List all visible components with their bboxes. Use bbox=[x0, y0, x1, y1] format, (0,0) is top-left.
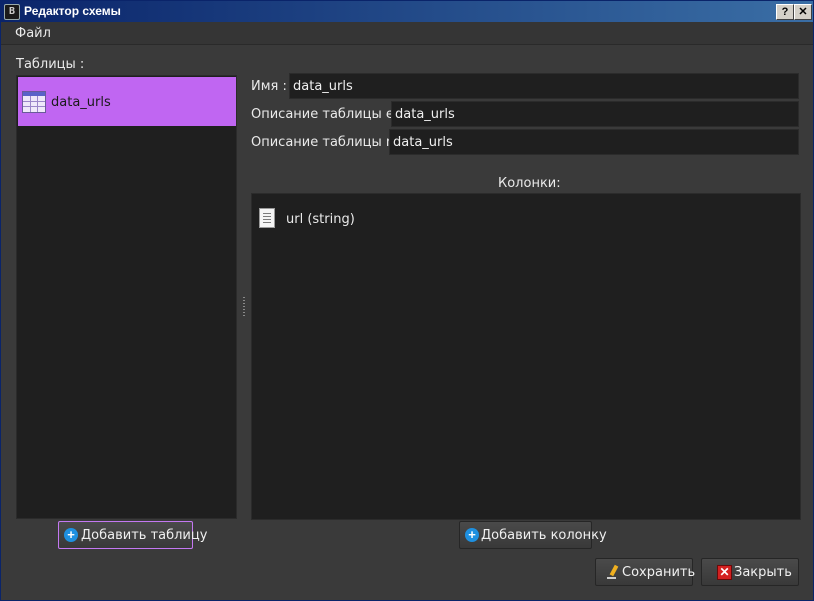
save-label: Сохранить bbox=[622, 565, 696, 580]
tables-list[interactable]: data_urls bbox=[16, 75, 237, 519]
desc-en-label: Описание таблицы en: bbox=[251, 107, 407, 122]
window-title: Редактор схемы bbox=[24, 4, 121, 18]
column-name: url (string) bbox=[286, 212, 355, 227]
help-button[interactable]: ? bbox=[776, 4, 794, 20]
close-label: Закрыть bbox=[734, 565, 792, 580]
window-close-button[interactable]: ✕ bbox=[794, 4, 812, 20]
add-table-button[interactable]: + Добавить таблицу bbox=[58, 521, 207, 549]
title-bar[interactable]: B Редактор схемы ? ✕ bbox=[1, 1, 813, 22]
menu-file[interactable]: Файл bbox=[15, 26, 51, 41]
menu-bar: Файл bbox=[1, 22, 813, 45]
tables-label: Таблицы : bbox=[16, 57, 85, 72]
document-icon bbox=[259, 208, 275, 228]
desc-ru-label: Описание таблицы ru: bbox=[251, 135, 404, 150]
save-button[interactable]: Сохранить bbox=[595, 558, 696, 586]
columns-list[interactable]: url (string) bbox=[251, 193, 801, 520]
plus-circle-icon: + bbox=[64, 528, 78, 542]
name-label: Имя : bbox=[251, 79, 287, 94]
app-icon: B bbox=[4, 4, 20, 20]
close-icon: ✕ bbox=[717, 565, 732, 580]
pencil-icon bbox=[607, 564, 619, 579]
name-field[interactable]: data_urls bbox=[289, 73, 799, 99]
columns-label: Колонки: bbox=[498, 176, 561, 191]
close-button[interactable]: ✕ Закрыть bbox=[701, 558, 799, 586]
list-item[interactable]: data_urls bbox=[18, 77, 236, 126]
splitter-handle[interactable] bbox=[243, 297, 245, 317]
add-column-button[interactable]: + Добавить колонку bbox=[459, 521, 607, 549]
table-name: data_urls bbox=[51, 95, 111, 110]
add-column-label: Добавить колонку bbox=[481, 528, 607, 543]
add-table-label: Добавить таблицу bbox=[81, 528, 208, 543]
desc-ru-field[interactable]: data_urls bbox=[389, 129, 799, 155]
desc-en-field[interactable]: data_urls bbox=[391, 101, 799, 127]
plus-circle-icon: + bbox=[465, 528, 479, 542]
table-icon bbox=[22, 91, 46, 113]
schema-editor-window: B Редактор схемы ? ✕ Файл Таблицы : data… bbox=[0, 0, 814, 601]
